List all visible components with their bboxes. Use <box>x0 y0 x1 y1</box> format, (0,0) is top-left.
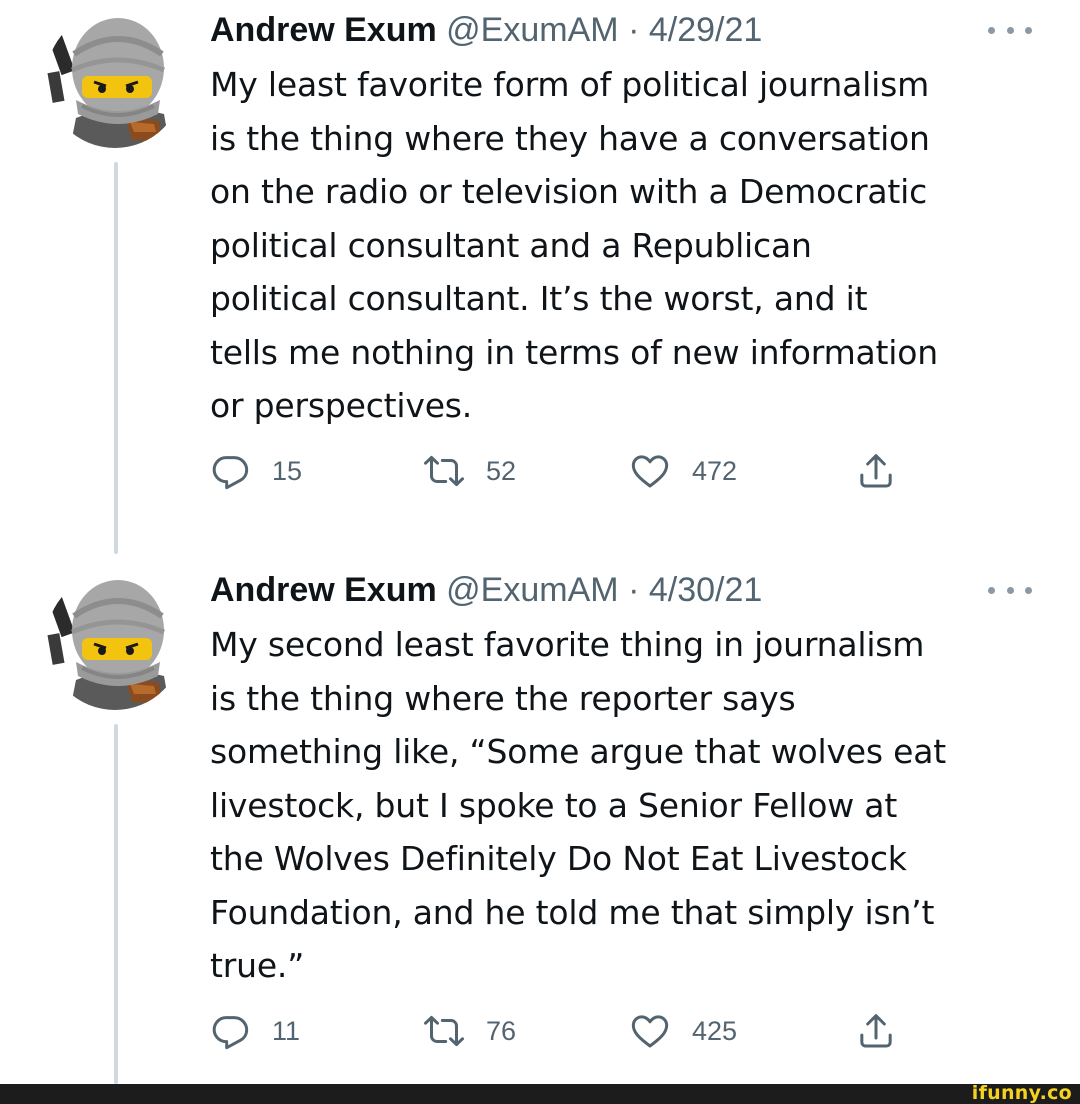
more-horizontal-icon[interactable] <box>988 24 1032 36</box>
tweet[interactable]: Andrew Exum @ExumAM · 4/30/21 My second … <box>0 560 1080 1084</box>
tweet-body-line: on the radio or television with a Democr… <box>210 172 928 211</box>
tweet-body-line: My least favorite form of political jour… <box>210 65 930 104</box>
tweet-header: Andrew Exum @ExumAM · 4/29/21 <box>210 8 762 52</box>
thread-connector-line <box>114 162 118 554</box>
tweet-date[interactable]: 4/29/21 <box>649 11 762 49</box>
like-button[interactable]: 472 <box>630 451 737 491</box>
watermark-bar: ifunny.co <box>0 1082 1080 1104</box>
tweet-actions: 15 52 472 <box>210 451 910 491</box>
tweet-body: My least favorite form of political jour… <box>210 58 1060 433</box>
tweet-header: Andrew Exum @ExumAM · 4/30/21 <box>210 568 762 612</box>
share-icon <box>860 1014 892 1048</box>
tweet-body-line: the Wolves Definitely Do Not Eat Livesto… <box>210 839 907 878</box>
share-icon <box>860 454 892 488</box>
share-button[interactable] <box>856 451 896 491</box>
tweet-body-line: is the thing where the reporter says <box>210 678 796 718</box>
reply-count: 15 <box>272 456 303 486</box>
reply-icon <box>212 1016 249 1050</box>
like-count: 425 <box>692 1016 738 1046</box>
retweet-count: 76 <box>486 1016 517 1046</box>
tweet-actions: 11 76 425 <box>210 1011 910 1051</box>
heart-icon <box>631 455 669 488</box>
tweet-body-line: Foundation, and he told me that simply i… <box>210 892 935 932</box>
thread-connector-line <box>114 724 118 1084</box>
header-separator: · <box>628 571 640 609</box>
like-button[interactable]: 425 <box>630 1011 737 1051</box>
tweet-body-line: tells me nothing in terms of new informa… <box>210 332 938 372</box>
retweet-button[interactable]: 52 <box>424 451 516 491</box>
reply-count: 11 <box>272 1016 301 1046</box>
header-separator: · <box>628 11 640 49</box>
tweet-body-line: My second least favorite thing in journa… <box>210 625 925 664</box>
retweet-button[interactable]: 76 <box>424 1011 516 1051</box>
tweet-body-line: something like, “Some argue that wolves … <box>210 732 947 771</box>
reply-button[interactable]: 11 <box>210 1011 300 1051</box>
author-handle[interactable]: @ExumAM <box>446 571 618 609</box>
tweet-date[interactable]: 4/30/21 <box>649 571 762 609</box>
avatar[interactable] <box>46 10 184 148</box>
tweet-body-line: political consultant and a Republican <box>210 225 812 265</box>
tweet-body: My second least favorite thing in journa… <box>210 618 1060 993</box>
tweet[interactable]: Andrew Exum @ExumAM · 4/29/21 My least f… <box>0 0 1080 555</box>
tweet-body-line: political consultant. It’s the worst, an… <box>210 279 868 318</box>
more-horizontal-icon[interactable] <box>988 584 1032 596</box>
share-button[interactable] <box>856 1011 896 1051</box>
tweet-body-line: livestock, but I spoke to a Senior Fello… <box>210 785 898 825</box>
retweet-icon <box>424 1016 464 1046</box>
retweet-icon <box>424 456 464 486</box>
reply-button[interactable]: 15 <box>210 451 302 491</box>
tweet-body-line: true.” <box>210 946 305 985</box>
author-handle[interactable]: @ExumAM <box>446 11 618 49</box>
avatar[interactable] <box>46 572 184 710</box>
like-count: 472 <box>692 456 738 486</box>
ninja-minifigure-avatar-icon <box>46 10 184 148</box>
author-name[interactable]: Andrew Exum <box>210 571 437 609</box>
ninja-minifigure-avatar-icon <box>46 572 184 710</box>
retweet-count: 52 <box>486 456 517 486</box>
ifunny-watermark: ifunny.co <box>971 1082 1072 1104</box>
tweet-body-line: is the thing where they have a conversat… <box>210 118 930 158</box>
tweet-body-line: or perspectives. <box>210 386 473 425</box>
reply-icon <box>212 456 249 490</box>
heart-icon <box>631 1015 669 1048</box>
author-name[interactable]: Andrew Exum <box>210 11 437 49</box>
